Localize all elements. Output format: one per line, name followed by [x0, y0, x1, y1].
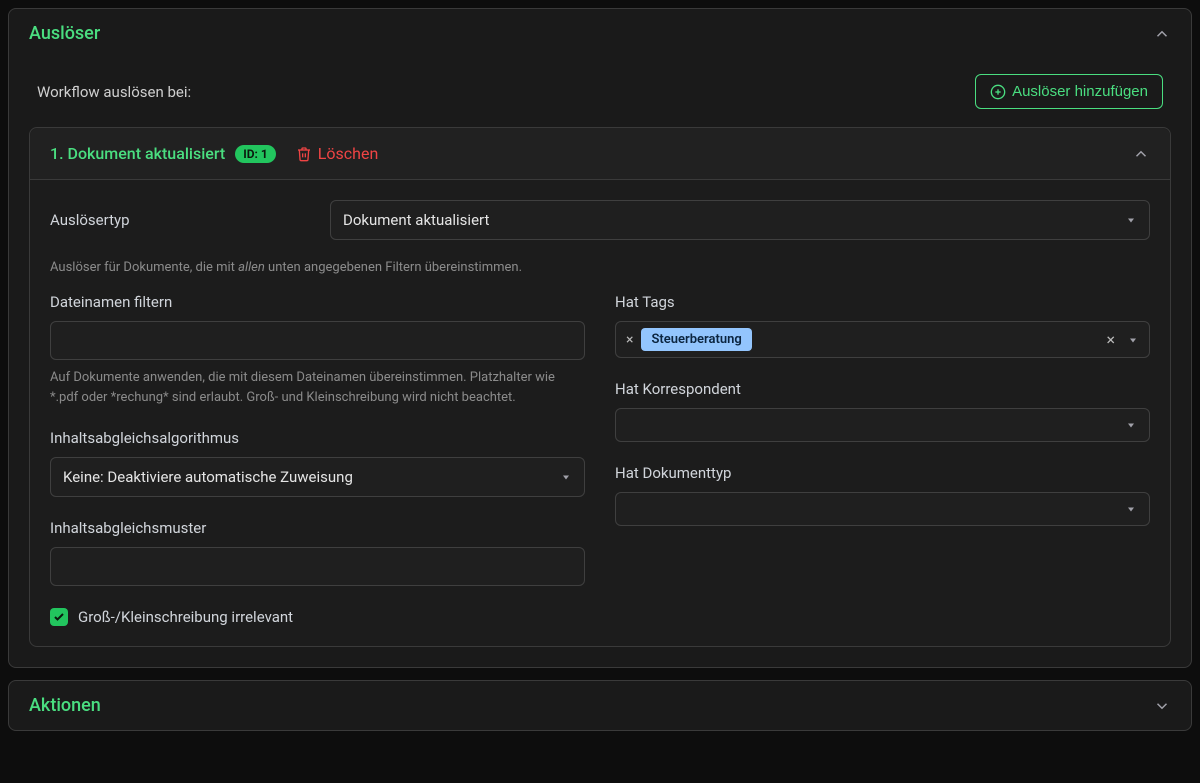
actions-panel: Aktionen: [8, 680, 1192, 731]
caret-down-icon[interactable]: [1127, 334, 1139, 346]
has-tags-input[interactable]: × Steuerberatung ×: [615, 321, 1150, 358]
clear-all-tags-icon[interactable]: ×: [1106, 330, 1115, 349]
filename-filter-label: Dateinamen filtern: [50, 293, 585, 311]
trigger-item: 1. Dokument aktualisiert ID: 1 Löschen A…: [29, 127, 1171, 647]
triggers-panel-body: Workflow auslösen bei: Auslöser hinzufüg…: [9, 58, 1191, 667]
chevron-up-icon: [1153, 25, 1171, 43]
checkbox-checked-icon: [50, 608, 68, 626]
chevron-down-icon: [1153, 697, 1171, 715]
delete-label: Löschen: [318, 144, 379, 163]
has-doctype-select[interactable]: [615, 492, 1150, 526]
trigger-item-body: Auslösertyp Dokument aktualisiert Auslös…: [30, 180, 1170, 646]
actions-panel-header[interactable]: Aktionen: [9, 681, 1191, 730]
has-correspondent-select[interactable]: [615, 408, 1150, 442]
triggers-panel: Auslöser Workflow auslösen bei: Auslöser…: [8, 8, 1192, 668]
trigger-type-label: Auslösertyp: [50, 211, 330, 229]
has-tags-label: Hat Tags: [615, 293, 1150, 311]
filename-filter-hint: Auf Dokumente anwenden, die mit diesem D…: [50, 368, 585, 407]
trash-icon: [296, 146, 312, 162]
match-pattern-input[interactable]: [50, 547, 585, 586]
left-column: Dateinamen filtern Auf Dokumente anwende…: [50, 293, 585, 626]
has-correspondent-label: Hat Korrespondent: [615, 380, 1150, 398]
trigger-title: 1. Dokument aktualisiert: [50, 144, 225, 163]
caret-down-icon: [1125, 503, 1137, 515]
triggers-subheader: Workflow auslösen bei: Auslöser hinzufüg…: [29, 62, 1171, 127]
triggers-title: Auslöser: [29, 23, 100, 44]
trigger-type-value: Dokument aktualisiert: [343, 211, 489, 229]
trigger-type-row: Auslösertyp Dokument aktualisiert: [50, 200, 1150, 240]
trigger-id-badge: ID: 1: [235, 145, 276, 163]
remove-tag-icon[interactable]: ×: [626, 332, 633, 348]
trigger-item-header[interactable]: 1. Dokument aktualisiert ID: 1 Löschen: [30, 128, 1170, 180]
triggers-panel-header[interactable]: Auslöser: [9, 9, 1191, 58]
caret-down-icon: [560, 471, 572, 483]
delete-trigger-button[interactable]: Löschen: [296, 144, 379, 163]
chevron-up-icon: [1132, 145, 1150, 163]
plus-circle-icon: [990, 84, 1006, 100]
match-algo-label: Inhaltsabgleichsalgorithmus: [50, 429, 585, 447]
add-trigger-button[interactable]: Auslöser hinzufügen: [975, 74, 1163, 109]
triggers-subtitle: Workflow auslösen bei:: [37, 83, 191, 101]
caret-down-icon: [1125, 214, 1137, 226]
match-pattern-label: Inhaltsabgleichsmuster: [50, 519, 585, 537]
case-insensitive-checkbox[interactable]: Groß-/Kleinschreibung irrelevant: [50, 608, 585, 626]
tag-chip: Steuerberatung: [641, 328, 751, 351]
right-column: Hat Tags × Steuerberatung ×: [615, 293, 1150, 626]
caret-down-icon: [1125, 419, 1137, 431]
match-algo-select[interactable]: Keine: Deaktiviere automatische Zuweisun…: [50, 457, 585, 497]
actions-title: Aktionen: [29, 695, 101, 716]
trigger-title-wrap: 1. Dokument aktualisiert ID: 1 Löschen: [50, 144, 378, 163]
case-insensitive-label: Groß-/Kleinschreibung irrelevant: [78, 608, 293, 626]
filter-note: Auslöser für Dokumente, die mit allen un…: [50, 260, 1150, 275]
has-doctype-label: Hat Dokumenttyp: [615, 464, 1150, 482]
trigger-type-select[interactable]: Dokument aktualisiert: [330, 200, 1150, 240]
filename-filter-input[interactable]: [50, 321, 585, 360]
trigger-form-columns: Dateinamen filtern Auf Dokumente anwende…: [50, 293, 1150, 626]
add-trigger-label: Auslöser hinzufügen: [1012, 83, 1148, 100]
match-algo-value: Keine: Deaktiviere automatische Zuweisun…: [63, 468, 353, 486]
